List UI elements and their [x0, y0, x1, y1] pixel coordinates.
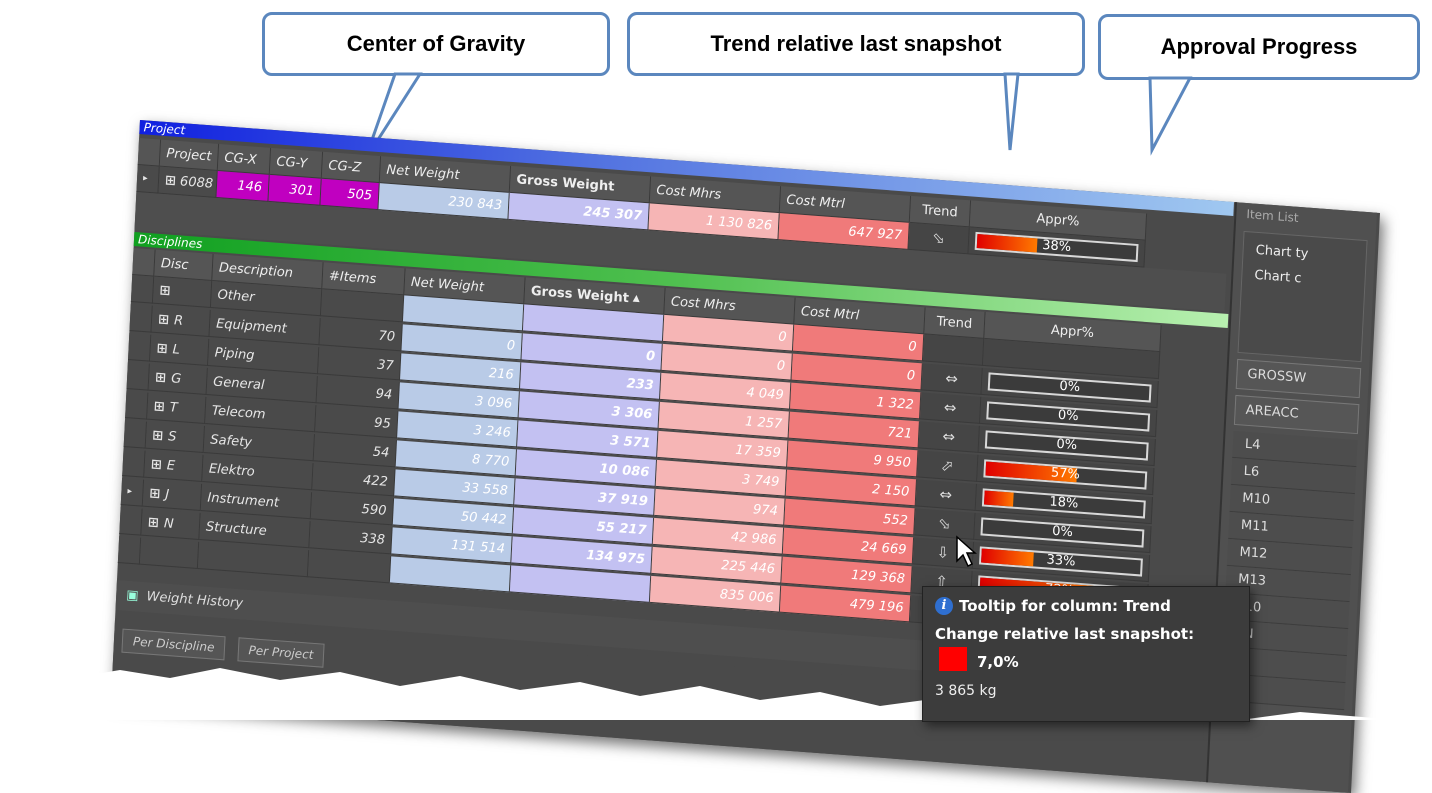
- tooltip-subtitle: Change relative last snapshot:: [935, 625, 1195, 643]
- mouse-pointer-icon: [956, 535, 977, 568]
- info-icon: i: [935, 597, 953, 615]
- tooltip-title: i Tooltip for column: Trend: [935, 597, 1171, 615]
- tooltip-color-swatch: [939, 647, 967, 671]
- tooltip-kg: 3 865 kg: [935, 683, 997, 699]
- tooltip-percent: 7,0%: [977, 653, 1019, 671]
- trend-tooltip: i Tooltip for column: Trend Change relati…: [922, 586, 1250, 722]
- tooltip-title-text: Tooltip for column: Trend: [959, 597, 1171, 615]
